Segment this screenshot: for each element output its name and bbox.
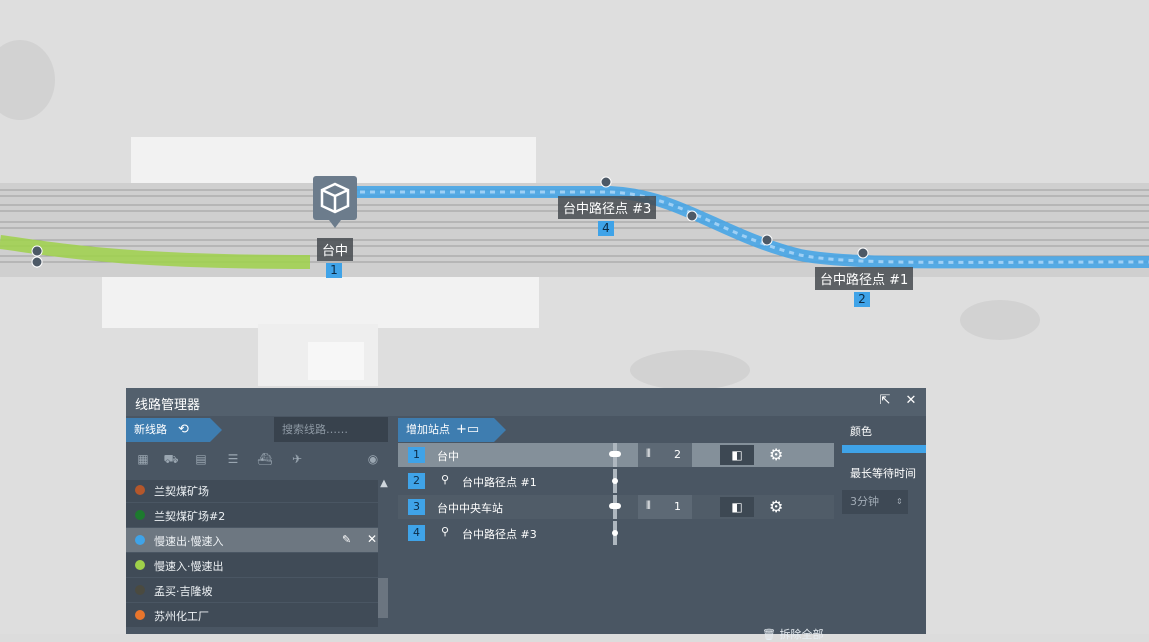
plane-filter-icon[interactable]: ✈ bbox=[288, 452, 306, 466]
car-count[interactable]: ⦀ 2 bbox=[638, 443, 692, 467]
line-color-dot bbox=[135, 535, 145, 545]
stop-number: 2 bbox=[408, 473, 425, 489]
stop-knob[interactable] bbox=[609, 451, 621, 457]
waypoint-icon: ⚲ bbox=[441, 473, 450, 486]
stop-knob[interactable] bbox=[609, 503, 621, 509]
stop-row[interactable]: 3 台中中央车站 ⦀ 1 ◧ ⚙ bbox=[398, 495, 834, 519]
stop-name: 台中路径点 #1 bbox=[462, 476, 537, 489]
line-color-dot bbox=[135, 560, 145, 570]
line-manager-panel: 线路管理器 ⇱ ✕ 新线路 ⟲ 搜索线路…… ▦ ⛟ ▤ ☰ ⛴ ✈ ◉ 兰契煤… bbox=[126, 388, 926, 641]
car-count[interactable]: ⦀ 1 bbox=[638, 495, 692, 519]
line-name: 苏州化工厂 bbox=[154, 610, 209, 623]
line-name: 孟买·吉隆坡 bbox=[154, 585, 213, 598]
panel-title: 线路管理器 bbox=[135, 398, 201, 413]
platform-south bbox=[102, 277, 539, 328]
add-stop-icon: +▭ bbox=[456, 422, 480, 437]
remove-all-button[interactable]: 🗑 拆除全部 bbox=[762, 626, 823, 642]
list-item[interactable]: 慢速出·慢速入 ✎ ✕ bbox=[126, 528, 378, 552]
max-wait-value: 3分钟 bbox=[850, 495, 879, 508]
stop-name: 台中中央车站 bbox=[437, 502, 503, 515]
new-line-button[interactable]: 新线路 ⟲ bbox=[126, 418, 222, 442]
stop-number: 1 bbox=[408, 447, 425, 463]
list-item[interactable]: 兰契煤矿场#2 bbox=[126, 503, 378, 527]
color-swatch[interactable] bbox=[842, 445, 926, 453]
station-label[interactable]: 台中路径点 #1 bbox=[815, 267, 914, 290]
title-bar[interactable]: 线路管理器 ⇱ ✕ bbox=[126, 388, 926, 416]
stepper-icon: ⇕ bbox=[896, 497, 903, 506]
stop-dot bbox=[612, 478, 618, 484]
trash-icon: 🗑 bbox=[762, 628, 776, 641]
gear-icon[interactable]: ⚙ bbox=[769, 445, 783, 464]
list-item[interactable]: 孟买·吉隆坡 bbox=[126, 578, 378, 602]
new-line-label: 新线路 bbox=[134, 423, 167, 436]
station-number: 1 bbox=[326, 263, 342, 278]
stop-row[interactable]: 4 ⚲ 台中路径点 #3 bbox=[398, 521, 834, 545]
add-stop-label: 增加站点 bbox=[406, 423, 450, 436]
depot-icon[interactable] bbox=[313, 176, 357, 228]
train-filter-icon[interactable]: ☰ bbox=[224, 452, 242, 466]
package-icon bbox=[320, 182, 350, 214]
station-number: 4 bbox=[598, 221, 614, 236]
station-number: 2 bbox=[854, 292, 870, 307]
close-icon[interactable]: ✕ bbox=[903, 393, 919, 409]
list-item[interactable]: 苏州化工厂 bbox=[126, 603, 378, 627]
scroll-up-icon[interactable]: ▲ bbox=[378, 478, 390, 490]
station-label[interactable]: 台中 bbox=[317, 238, 354, 261]
remove-all-label: 拆除全部 bbox=[779, 628, 824, 641]
station-label[interactable]: 台中路径点 #3 bbox=[558, 196, 657, 219]
delete-icon[interactable]: ✕ bbox=[367, 532, 377, 546]
load-mode-icon[interactable]: ◧ bbox=[720, 497, 754, 517]
stop-number: 3 bbox=[408, 499, 425, 515]
bus-filter-icon[interactable]: ▤ bbox=[192, 452, 210, 466]
popout-icon[interactable]: ⇱ bbox=[877, 393, 893, 409]
line-list: 兰契煤矿场 兰契煤矿场#2 慢速出·慢速入 ✎ ✕ 慢速入·慢速出 孟买·吉隆坡… bbox=[126, 480, 378, 634]
load-mode-icon[interactable]: ◧ bbox=[720, 445, 754, 465]
cars-icon: ⦀ bbox=[646, 499, 651, 512]
car-count-value: 1 bbox=[674, 500, 681, 513]
stop-number: 4 bbox=[408, 525, 425, 541]
gear-icon[interactable]: ⚙ bbox=[769, 497, 783, 516]
grid-filter-icon[interactable]: ▦ bbox=[134, 452, 152, 466]
color-label: 颜色 bbox=[850, 425, 872, 438]
line-name: 兰契煤矿场 bbox=[154, 485, 209, 498]
line-name: 慢速入·慢速出 bbox=[154, 560, 224, 573]
stop-dot bbox=[612, 530, 618, 536]
search-input[interactable]: 搜索线路…… bbox=[274, 417, 388, 442]
scrollbar[interactable] bbox=[378, 578, 388, 618]
edit-icon[interactable]: ✎ bbox=[342, 533, 351, 546]
waypoint-icon: ⚲ bbox=[441, 525, 450, 538]
car-count-value: 2 bbox=[674, 448, 681, 461]
line-color-dot bbox=[135, 585, 145, 595]
max-wait-label: 最长等待时间 bbox=[850, 467, 916, 480]
small-building bbox=[308, 342, 364, 380]
add-stop-button[interactable]: 增加站点 +▭ bbox=[398, 418, 506, 442]
line-name: 慢速出·慢速入 bbox=[154, 535, 224, 548]
ship-filter-icon[interactable]: ⛴ bbox=[256, 452, 274, 466]
list-item[interactable]: 兰契煤矿场 bbox=[126, 480, 378, 502]
cars-icon: ⦀ bbox=[646, 447, 651, 460]
new-line-icon: ⟲ bbox=[178, 422, 189, 437]
stop-row[interactable]: 1 台中 ⦀ 2 ◧ ⚙ bbox=[398, 443, 834, 467]
stop-row[interactable]: 2 ⚲ 台中路径点 #1 bbox=[398, 469, 834, 493]
list-item[interactable]: 慢速入·慢速出 bbox=[126, 553, 378, 577]
line-color-dot bbox=[135, 485, 145, 495]
line-color-dot bbox=[135, 510, 145, 520]
visibility-icon[interactable]: ◉ bbox=[364, 452, 382, 466]
stop-name: 台中路径点 #3 bbox=[462, 528, 537, 541]
line-color-dot bbox=[135, 610, 145, 620]
line-name: 兰契煤矿场#2 bbox=[154, 510, 226, 523]
stop-name: 台中 bbox=[437, 450, 459, 463]
max-wait-select[interactable]: 3分钟 ⇕ bbox=[842, 490, 908, 514]
truck-filter-icon[interactable]: ⛟ bbox=[162, 452, 180, 466]
